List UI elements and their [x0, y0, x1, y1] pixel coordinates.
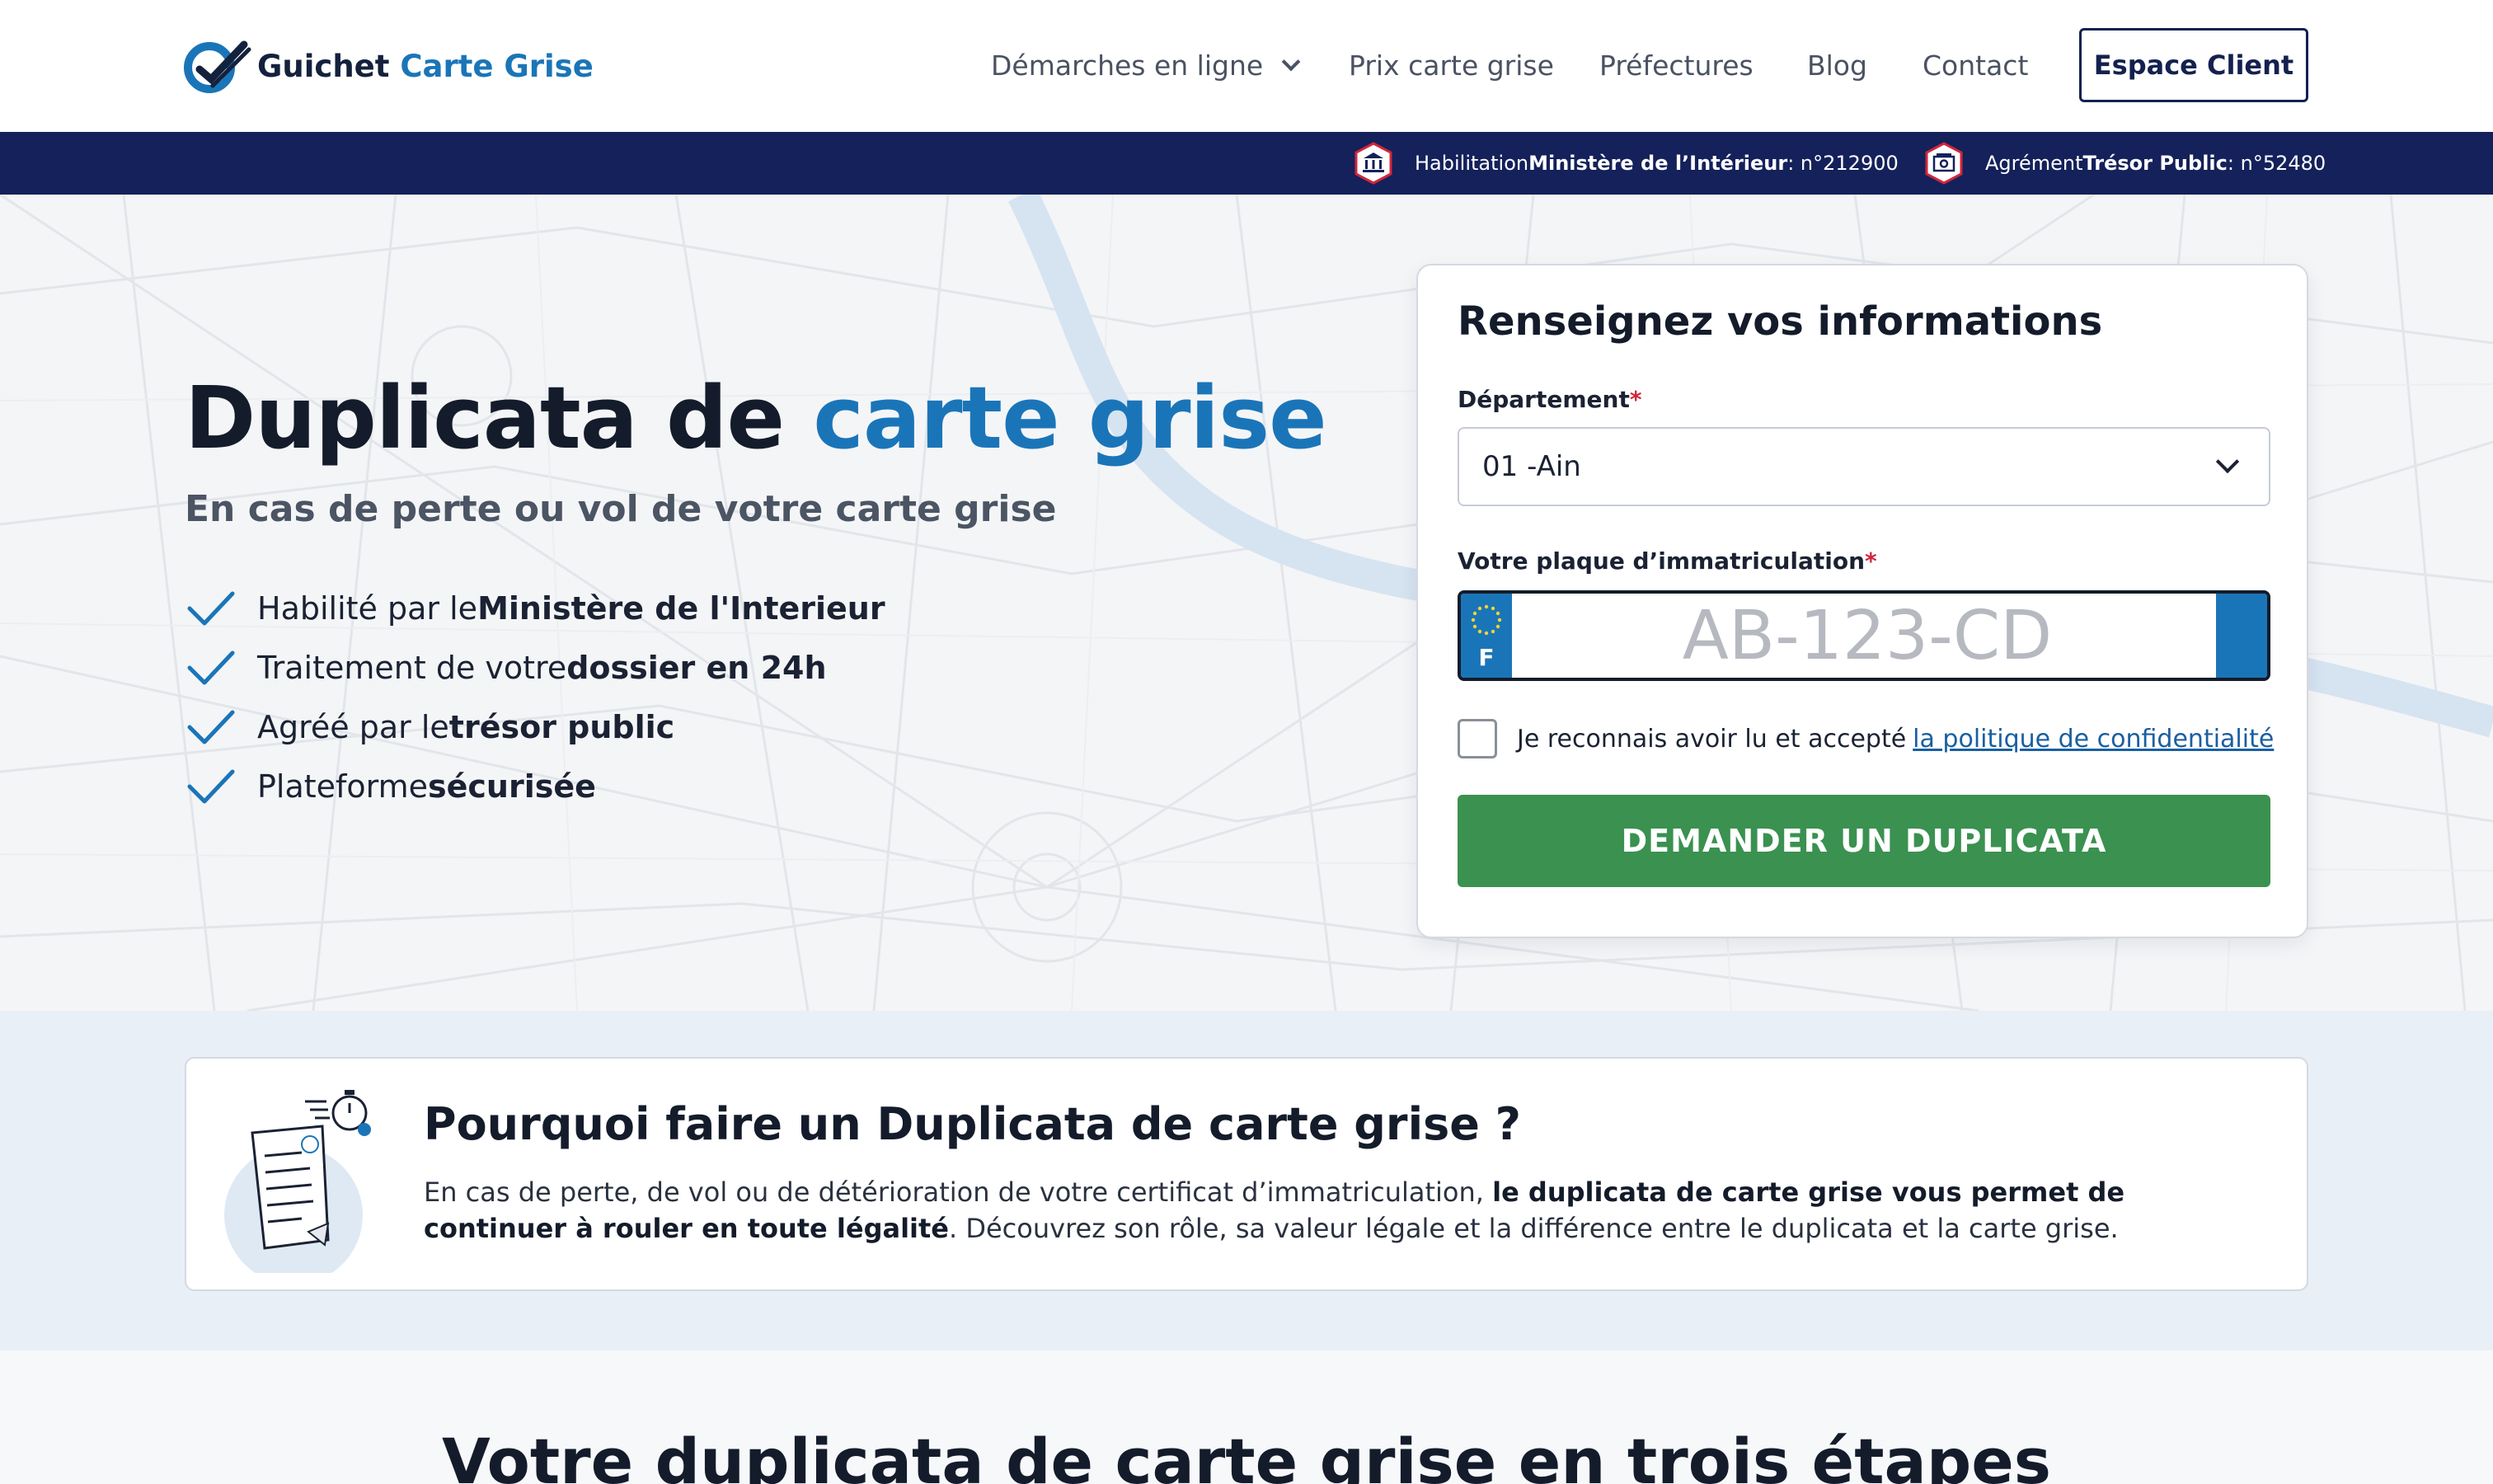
nav-demarches[interactable]: Démarches en ligne [991, 48, 1301, 84]
feature-text: Habilité par le [257, 590, 478, 627]
required-mark: * [1629, 386, 1642, 413]
checkmark-icon [187, 650, 235, 685]
title-part1: Duplicata de [185, 368, 814, 468]
document-stopwatch-icon [224, 1090, 371, 1273]
feature-bold: Ministère de l'Interieur [477, 590, 885, 627]
why-description: En cas de perte, de vol ou de détériorat… [424, 1174, 2270, 1247]
agrement-prefix: Agrément [1985, 152, 2083, 175]
why-text-part2: . Découvrez son rôle, sa valeur légale e… [949, 1213, 2119, 1244]
plate-end-band [2216, 594, 2267, 678]
plate-label: Votre plaque d’immatriculation* [1458, 547, 1877, 575]
plate-label-text: Votre plaque d’immatriculation [1458, 547, 1866, 575]
page-subtitle: En cas de perte ou vol de votre carte gr… [185, 488, 1057, 530]
eu-stars-icon [1471, 604, 1502, 636]
chevron-down-icon [1281, 52, 1301, 72]
license-plate-field: F [1458, 590, 2270, 681]
treasury-icon [1925, 142, 1963, 185]
checkmark-icon [187, 591, 235, 626]
eu-band: F [1461, 594, 1512, 678]
info-form-card: Renseignez vos informations Département*… [1416, 264, 2308, 938]
habilitation-badge: Habilitation Ministère de l’Intérieur : … [1352, 142, 1899, 185]
brand-name: Guichet Carte Grise [257, 49, 594, 84]
department-select[interactable]: 01 -Ain [1458, 427, 2270, 506]
feature-text: Plateforme [257, 768, 429, 805]
why-card: Pourquoi faire un Duplicata de carte gri… [185, 1057, 2308, 1291]
department-value: 01 -Ain [1482, 450, 1581, 483]
checkmark-icon [187, 769, 235, 804]
why-title: Pourquoi faire un Duplicata de carte gri… [424, 1098, 1521, 1150]
espace-client-button[interactable]: Espace Client [2079, 28, 2308, 102]
nav-contact[interactable]: Contact [1923, 48, 2028, 84]
feature-item: Agréé par le trésor public [186, 697, 885, 757]
form-title: Renseignez vos informations [1458, 298, 2103, 345]
checkmark-icon [187, 710, 235, 744]
habilitation-prefix: Habilitation [1415, 152, 1529, 175]
consent-row: Je reconnais avoir lu et accepté la poli… [1458, 719, 2274, 758]
feature-text: Agréé par le [257, 709, 449, 745]
privacy-policy-link[interactable]: la politique de confidentialité [1913, 725, 2274, 754]
plate-input[interactable] [1512, 594, 2223, 678]
department-label-text: Département [1458, 386, 1630, 413]
feature-item: Habilité par le Ministère de l'Interieur [186, 579, 885, 638]
chevron-down-icon [2215, 449, 2240, 474]
nav-prix-carte-grise[interactable]: Prix carte grise [1349, 48, 1554, 84]
feature-item: Traitement de votre dossier en 24h [186, 638, 885, 697]
why-section: Pourquoi faire un Duplicata de carte gri… [0, 1011, 2493, 1350]
why-text-part1: En cas de perte, de vol ou de détériorat… [424, 1176, 1493, 1208]
brand-name-part2: Carte Grise [400, 48, 594, 84]
nav-blog[interactable]: Blog [1807, 48, 1867, 84]
feature-item: Plateforme sécurisée [186, 757, 885, 816]
feature-bold: trésor public [448, 709, 675, 745]
agrement-badge: Agrément Trésor Public : n°52480 [1923, 142, 2326, 185]
ministry-building-icon [1354, 142, 1392, 185]
department-label: Département* [1458, 386, 1642, 413]
request-duplicate-button[interactable]: DEMANDER UN DUPLICATA [1458, 795, 2270, 887]
hero-section: Duplicata de carte grise En cas de perte… [0, 195, 2493, 1011]
consent-checkbox[interactable] [1458, 719, 1497, 758]
nav-demarches-label: Démarches en ligne [991, 49, 1264, 82]
required-mark: * [1865, 547, 1877, 575]
steps-title: Votre duplicata de carte grise en trois … [441, 1425, 2052, 1484]
steps-section: Votre duplicata de carte grise en trois … [0, 1350, 2493, 1484]
agrement-bold: Trésor Public [2082, 152, 2228, 175]
habilitation-number: : n°212900 [1787, 152, 1899, 175]
page-title: Duplicata de carte grise [185, 368, 1327, 468]
trust-band: Habilitation Ministère de l’Intérieur : … [0, 132, 2493, 195]
feature-bold: sécurisée [428, 768, 596, 805]
habilitation-bold: Ministère de l’Intérieur [1528, 152, 1788, 175]
plate-country-code: F [1478, 644, 1495, 671]
feature-text: Traitement de votre [257, 650, 567, 686]
consent-text: Je reconnais avoir lu et accepté [1517, 724, 1907, 754]
feature-bold: dossier en 24h [566, 650, 827, 686]
title-part2: carte grise [813, 368, 1326, 468]
agrement-number: : n°52480 [2227, 152, 2326, 175]
site-logo[interactable]: Guichet Carte Grise [183, 36, 594, 96]
logo-icon [184, 40, 251, 93]
brand-name-part1: Guichet [257, 48, 401, 84]
nav-prefectures[interactable]: Préfectures [1599, 48, 1754, 84]
site-header: Guichet Carte Grise Démarches en ligne P… [0, 0, 2493, 132]
feature-list: Habilité par le Ministère de l'Interieur… [186, 579, 885, 816]
